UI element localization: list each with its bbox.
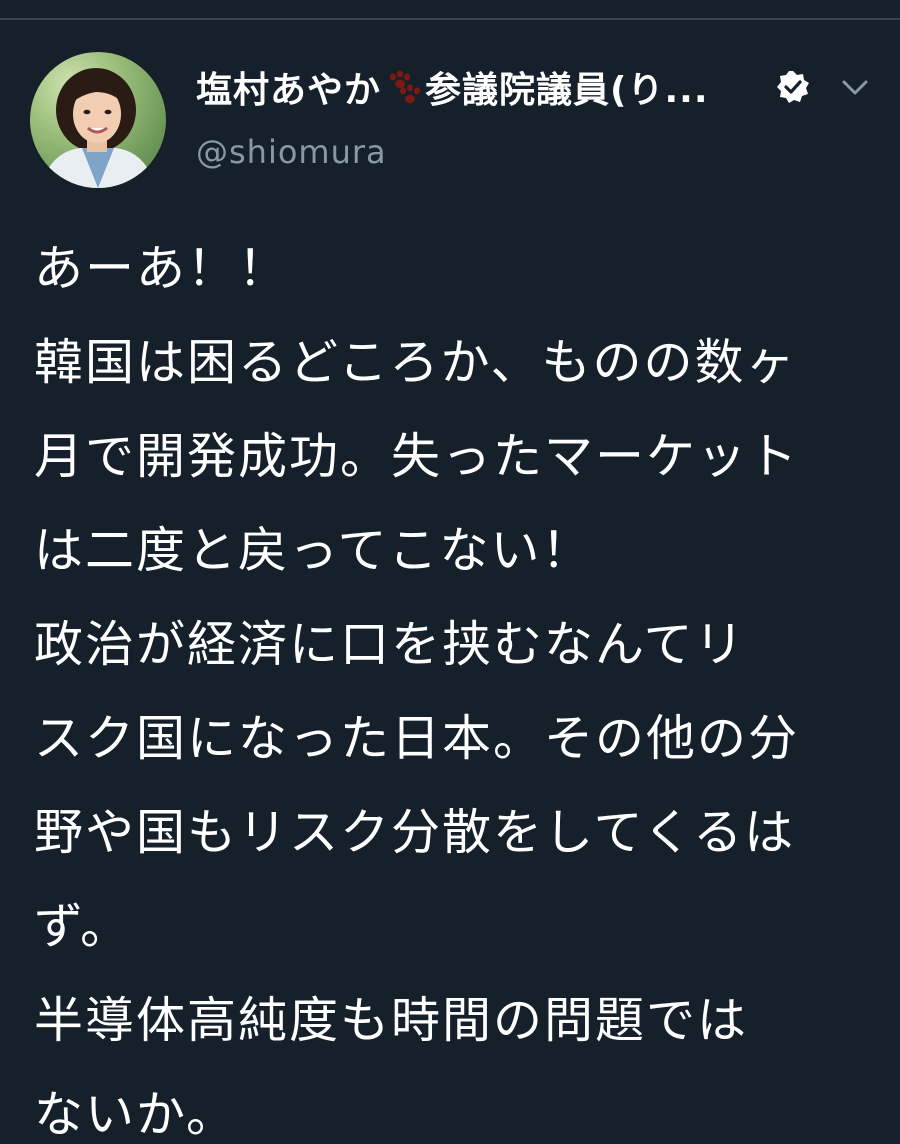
divider	[0, 18, 900, 20]
tweet-text: あーあ！！ 韓国は困るどころか、ものの数ヶ 月で開発成功。失ったマーケット は二…	[34, 222, 874, 1144]
tweet-line: ず。	[34, 898, 132, 955]
avatar[interactable]	[30, 52, 166, 188]
tweet-line: 半導体高純度も時間の問題では	[34, 992, 749, 1049]
verified-badge-icon	[777, 71, 809, 103]
tweet-line: 野や国もリスク分散をしてくるは	[34, 804, 796, 861]
display-name: 塩村あやか 参議院議員(り...	[196, 61, 709, 113]
tweet-line: ないか。	[34, 1086, 238, 1143]
tweet-line: 政治が経済に口を挟むなんてリ	[34, 616, 746, 673]
tweet-line: 韓国は困るどころか、ものの数ヶ	[34, 334, 797, 391]
display-name-part2: 参議院議員(り...	[425, 70, 709, 111]
chevron-down-icon[interactable]	[840, 74, 870, 100]
author-name[interactable]: 塩村あやか 参議院議員(り...	[196, 62, 709, 112]
tweet-card: 塩村あやか 参議院議員(り... @shiomura あーあ！！ 韓国は困るどこ…	[0, 0, 900, 1144]
tweet-line: スク国になった日本。その他の分	[34, 710, 800, 767]
avatar-photo-icon	[40, 68, 156, 188]
author-handle[interactable]: @shiomura	[196, 133, 387, 171]
display-name-part1: 塩村あやか	[196, 70, 382, 111]
paw-prints-icon	[390, 70, 421, 104]
tweet-line: 月で開発成功。失ったマーケット	[34, 428, 800, 485]
tweet-line: は二度と戻ってこない！	[34, 522, 593, 579]
tweet-line: あーあ！！	[34, 240, 290, 297]
